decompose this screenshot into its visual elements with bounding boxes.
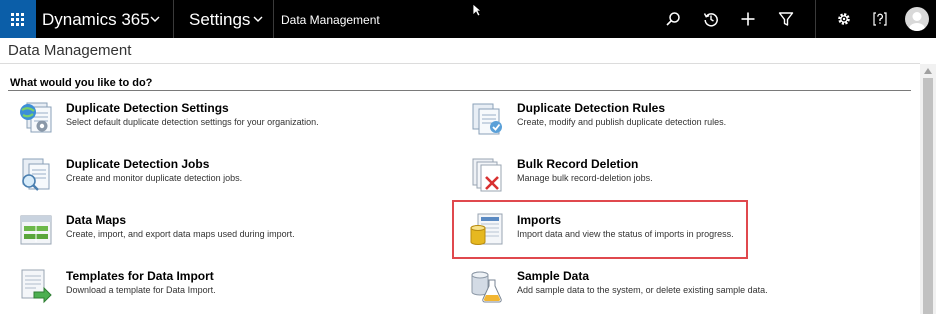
breadcrumb[interactable]: Data Management: [281, 13, 380, 27]
chevron-down-icon: [253, 16, 263, 22]
duplicate-detection-jobs-link[interactable]: Duplicate Detection Jobs Create and moni…: [18, 156, 358, 196]
sample-data-icon: [471, 271, 502, 303]
data-maps-link[interactable]: Data Maps Create, import, and export dat…: [18, 212, 358, 252]
user-avatar-icon[interactable]: [905, 7, 929, 31]
item-title: Duplicate Detection Settings: [66, 101, 229, 115]
item-title: Duplicate Detection Jobs: [66, 157, 210, 171]
item-title: Data Maps: [66, 213, 127, 227]
duplicate-detection-jobs-icon: [22, 158, 50, 191]
item-title: Bulk Record Deletion: [517, 157, 639, 171]
settings-icon[interactable]: [836, 11, 852, 27]
item-description: Add sample data to the system, or delete…: [517, 285, 768, 295]
divider: [0, 63, 920, 64]
item-title: Sample Data: [517, 269, 590, 283]
duplicate-detection-rules-icon: [472, 103, 502, 135]
help-icon[interactable]: [872, 11, 888, 27]
recent-icon[interactable]: [703, 11, 719, 27]
divider: [8, 90, 911, 91]
section-heading: What would you like to do?: [10, 77, 153, 89]
page-title: Data Management: [8, 42, 132, 59]
duplicate-detection-settings-link[interactable]: Duplicate Detection Settings Select defa…: [18, 100, 358, 140]
mouse-cursor-icon: [472, 3, 482, 17]
templates-for-data-import-link[interactable]: Templates for Data Import Download a tem…: [18, 268, 358, 308]
duplicate-detection-settings-icon: [20, 102, 52, 133]
item-description: Select default duplicate detection setti…: [66, 117, 319, 127]
item-description: Create, modify and publish duplicate det…: [517, 117, 727, 127]
highlight-box: [452, 200, 748, 259]
bulk-record-deletion-icon: [472, 158, 502, 192]
sample-data-link[interactable]: Sample Data Add sample data to the syste…: [469, 268, 809, 308]
item-title: Templates for Data Import: [66, 269, 214, 283]
app-name: Dynamics 365: [42, 10, 150, 29]
nav-divider: [815, 0, 816, 38]
new-icon[interactable]: [740, 11, 756, 27]
area-switcher[interactable]: Settings: [173, 0, 273, 38]
item-title: Duplicate Detection Rules: [517, 101, 666, 115]
chevron-down-icon: [150, 16, 160, 22]
duplicate-detection-rules-link[interactable]: Duplicate Detection Rules Create, modify…: [469, 100, 809, 140]
item-description: Manage bulk record-deletion jobs.: [517, 173, 653, 183]
templates-icon: [21, 269, 52, 304]
item-description: Create and monitor duplicate detection j…: [66, 173, 243, 183]
app-switcher[interactable]: Dynamics 365: [36, 0, 172, 38]
vertical-scrollbar[interactable]: [920, 64, 936, 314]
scroll-up-arrow-icon[interactable]: [924, 68, 932, 74]
item-description: Download a template for Data Import.: [66, 285, 216, 295]
app-launcher-icon[interactable]: [0, 0, 36, 38]
area-name: Settings: [189, 10, 251, 29]
filter-icon[interactable]: [778, 11, 794, 27]
data-maps-icon: [20, 215, 52, 245]
nav-divider: [273, 0, 274, 38]
top-nav-bar: Dynamics 365 Settings Data Management: [0, 0, 936, 38]
search-icon[interactable]: [665, 11, 681, 27]
item-description: Create, import, and export data maps use…: [66, 229, 295, 239]
scrollbar-thumb[interactable]: [923, 78, 933, 314]
bulk-record-deletion-link[interactable]: Bulk Record Deletion Manage bulk record-…: [469, 156, 809, 196]
